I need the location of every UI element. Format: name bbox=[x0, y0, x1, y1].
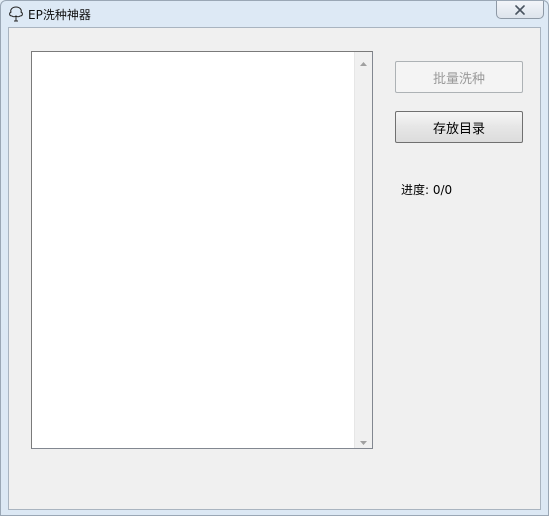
close-x-icon bbox=[514, 0, 526, 19]
storage-directory-button[interactable]: 存放目录 bbox=[395, 111, 523, 143]
app-window: EP洗种神器 批量洗种 存放目录 进度: 0/0 bbox=[0, 0, 549, 516]
window-title: EP洗种神器 bbox=[28, 8, 91, 22]
client-area: 批量洗种 存放目录 进度: 0/0 bbox=[8, 27, 541, 510]
arrow-down-icon bbox=[360, 430, 367, 449]
batch-wash-button[interactable]: 批量洗种 bbox=[395, 61, 523, 93]
title-bar[interactable]: EP洗种神器 bbox=[1, 1, 548, 27]
close-button[interactable] bbox=[496, 1, 544, 19]
scroll-up-button[interactable] bbox=[355, 52, 372, 69]
vertical-scrollbar[interactable] bbox=[354, 52, 372, 448]
arrow-up-icon bbox=[360, 51, 367, 70]
progress-label: 进度: 0/0 bbox=[401, 183, 453, 197]
tree-icon bbox=[7, 5, 25, 23]
file-list[interactable] bbox=[31, 51, 373, 449]
scroll-down-button[interactable] bbox=[355, 431, 372, 448]
